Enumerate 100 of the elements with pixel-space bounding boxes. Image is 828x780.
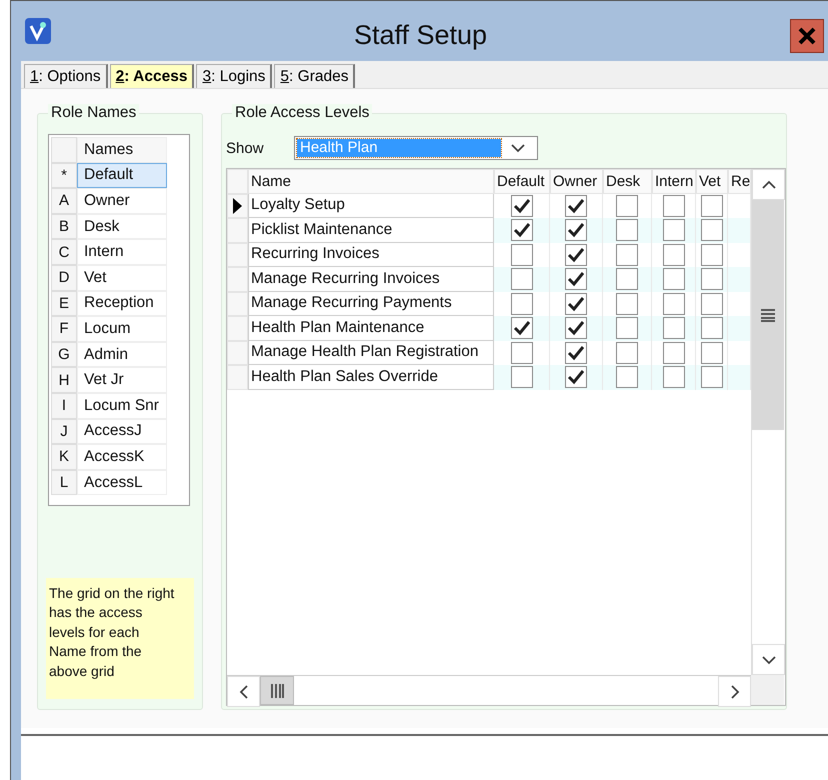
chevron-down-icon [511,143,525,153]
scroll-left-button[interactable] [227,676,260,707]
checkbox[interactable] [616,292,638,315]
checkmark-icon [567,222,585,238]
column-header: Owner [550,169,603,194]
chevron-left-icon [238,684,248,698]
tab[interactable]: 2: Access [110,64,194,89]
checkbox[interactable] [616,219,638,242]
checkbox[interactable] [565,366,587,388]
row-code: A [51,188,77,214]
checkbox[interactable] [565,317,587,340]
checkbox[interactable] [510,342,532,364]
role-name-cell[interactable]: Admin [77,342,167,368]
checkmark-icon [567,198,585,214]
checkbox[interactable] [510,268,532,290]
checkbox[interactable] [565,292,587,315]
hint-note: The grid on the right has the access levels for each Name from the above grid [46,578,194,699]
checkbox[interactable] [662,244,684,266]
checkbox[interactable] [510,366,532,388]
checkbox[interactable] [616,366,638,388]
checkbox[interactable] [700,317,722,340]
checkbox[interactable] [565,194,587,217]
checkbox[interactable] [565,219,587,242]
row-code: E [51,290,77,316]
checkbox[interactable] [616,268,638,290]
column-header: Intern [652,169,696,194]
checkbox[interactable] [565,342,587,364]
checkbox[interactable] [662,219,684,242]
scroll-thumb[interactable] [260,676,294,705]
role-name-cell[interactable]: Vet [77,264,167,291]
role-name-cell[interactable]: Vet Jr [77,367,167,393]
role-name-cell[interactable]: AccessL [77,470,167,496]
checkbox[interactable] [565,268,587,290]
role-name-cell[interactable]: Owner [77,188,167,214]
checkbox[interactable] [616,194,638,217]
column-header: Name [248,169,494,194]
row-code: C [51,239,77,265]
column-header: Vet [696,169,728,194]
show-label: Show [226,140,265,156]
scroll-down-button[interactable] [752,644,785,675]
role-name-cell[interactable]: Reception [77,290,167,316]
role-name-cell[interactable]: Desk [77,214,167,240]
permission-name: Manage Health Plan Registration [248,340,494,365]
role-name-cell[interactable]: AccessK [77,444,167,470]
role-name-cell[interactable]: Intern [77,239,167,265]
role-name-cell[interactable]: Locum [77,316,167,342]
row-code: D [51,264,77,291]
scroll-up-button[interactable] [752,169,785,200]
checkbox[interactable] [700,268,722,290]
checkbox[interactable] [700,342,722,364]
scroll-right-button[interactable] [718,676,751,707]
tab[interactable]: 3: Logins [196,64,272,89]
checkbox[interactable] [700,292,722,315]
checkbox[interactable] [510,317,532,340]
permission-name: Manage Recurring Invoices [248,267,494,292]
checkbox[interactable] [700,194,722,217]
chevron-down-icon [762,654,776,664]
app-logo-icon [25,18,51,44]
checkbox[interactable] [616,342,638,364]
column-header: Names [77,137,167,163]
tab[interactable]: 5: Grades [274,64,356,89]
checkbox[interactable] [662,292,684,315]
checkbox[interactable] [510,244,532,266]
checkmark-icon [567,320,585,336]
grip-icon [761,308,775,322]
checkbox[interactable] [616,244,638,266]
scroll-thumb[interactable] [752,200,784,430]
permission-name: Loyalty Setup [248,194,494,218]
checkbox[interactable] [510,194,532,217]
row-code: G [51,342,77,368]
permission-name: Manage Recurring Payments [248,292,494,316]
row-code: J [51,418,77,444]
row-code: H [51,367,77,393]
role-name-cell[interactable]: AccessJ [77,418,167,444]
row-code: I [51,392,77,419]
close-icon [797,26,817,46]
checkmark-icon [567,344,585,361]
checkbox[interactable] [700,244,722,266]
checkbox[interactable] [510,292,532,315]
checkbox[interactable] [662,317,684,340]
checkbox[interactable] [700,366,722,388]
row-code: F [51,316,77,342]
checkbox[interactable] [662,366,684,388]
row-header[interactable] [227,194,248,218]
permission-name: Health Plan Sales Override [248,365,494,390]
checkbox[interactable] [616,317,638,340]
checkbox[interactable] [662,342,684,364]
checkbox[interactable] [510,219,532,242]
checkbox[interactable] [662,194,684,217]
checkbox[interactable] [662,268,684,290]
role-name-cell[interactable]: Locum Snr [77,392,167,419]
row-code: L [51,470,77,496]
tab[interactable]: 1: Options [24,64,108,89]
checkbox[interactable] [565,244,587,266]
checkmark-icon [567,246,585,263]
row-code: K [51,444,77,470]
role-name-cell[interactable]: Default [77,162,167,188]
checkbox[interactable] [700,219,722,242]
checkmark-icon [512,320,530,336]
close-button[interactable] [790,19,824,53]
